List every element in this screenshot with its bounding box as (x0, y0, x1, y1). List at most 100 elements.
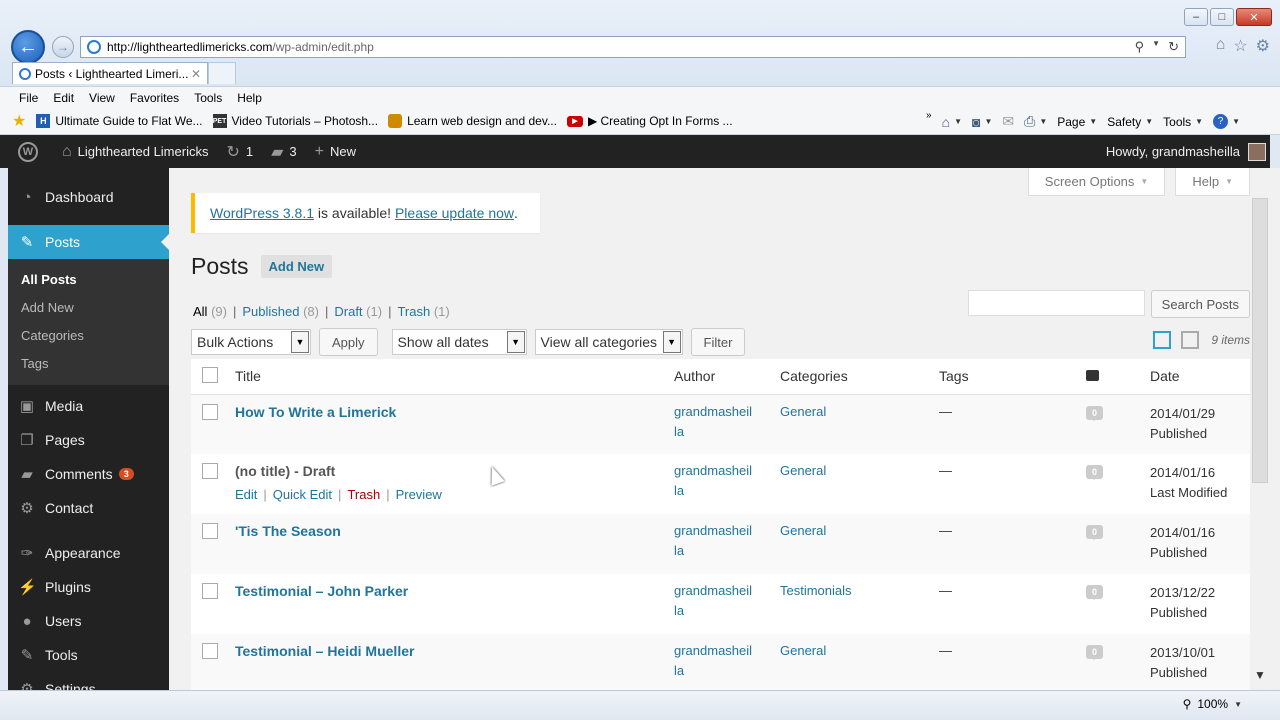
post-title-link[interactable]: 'Tis The Season (235, 523, 341, 539)
row-checkbox[interactable] (202, 523, 218, 539)
refresh-icon[interactable]: ↻ (1168, 39, 1179, 55)
screen-options-button[interactable]: Screen Options ▼ (1027, 168, 1166, 196)
row-checkbox[interactable] (202, 583, 218, 599)
row-checkbox[interactable] (202, 643, 218, 659)
row-checkbox[interactable] (202, 463, 218, 479)
zoom-control[interactable]: ⚲ 100% ▼ (1183, 697, 1242, 711)
post-title-link[interactable]: Testimonial – John Parker (235, 583, 408, 599)
menu-favorites[interactable]: Favorites (130, 91, 179, 105)
home-command[interactable]: ⌂ ▼ (942, 114, 962, 130)
favorites-star-icon[interactable]: ☆ (1233, 36, 1247, 56)
new-content-link[interactable]: + New (315, 143, 356, 161)
author-link[interactable]: grandmasheil la (674, 523, 752, 558)
address-bar[interactable]: http://lightheartedlimericks.com /wp-adm… (80, 36, 1186, 58)
filter-all[interactable]: All (9) (193, 304, 227, 319)
category-link[interactable]: General (780, 463, 826, 478)
list-view-icon[interactable] (1153, 331, 1172, 349)
preview-link[interactable]: Preview (396, 487, 442, 502)
menu-edit[interactable]: Edit (53, 91, 74, 105)
new-tab-button[interactable] (208, 62, 236, 84)
feeds-command[interactable]: ◙ ▼ (972, 114, 992, 130)
mail-command[interactable]: ✉ (1002, 113, 1014, 130)
category-link[interactable]: General (780, 523, 826, 538)
close-tab-icon[interactable]: ✕ (191, 67, 201, 81)
menu-tools[interactable]: Tools (194, 91, 222, 105)
column-comments[interactable] (1086, 359, 1150, 395)
comments-link[interactable]: ▰ 3 (271, 142, 297, 162)
page-command[interactable]: Page ▼ (1057, 115, 1097, 129)
submenu-all-posts[interactable]: All Posts (8, 265, 169, 293)
browser-tab[interactable]: Posts ‹ Lighthearted Limeri... ✕ (12, 62, 208, 84)
categories-select[interactable]: View all categories ▼ (534, 329, 683, 355)
bulk-actions-select[interactable]: Bulk Actions ▼ (191, 329, 311, 355)
row-checkbox[interactable] (202, 403, 218, 420)
sidebar-item-comments[interactable]: ▰ Comments 3 (8, 457, 169, 491)
site-name-link[interactable]: ⌂ Lighthearted Limericks (62, 143, 208, 161)
submenu-categories[interactable]: Categories (8, 321, 169, 349)
favorite-link[interactable]: H Ultimate Guide to Flat We... (36, 114, 203, 128)
add-new-button[interactable]: Add New (260, 255, 333, 278)
page-scrollbar[interactable]: ▼ (1250, 168, 1280, 690)
author-link[interactable]: grandmasheil la (674, 463, 752, 498)
menu-help[interactable]: Help (237, 91, 262, 105)
select-all-checkbox[interactable] (202, 366, 218, 383)
category-link[interactable]: Testimonials (780, 583, 852, 598)
favorite-link[interactable]: PET Video Tutorials – Photosh... (212, 114, 378, 128)
category-link[interactable]: General (780, 643, 826, 658)
favorites-star-icon[interactable]: ★ (12, 111, 26, 131)
quick-edit-link[interactable]: Quick Edit (273, 487, 332, 502)
filter-button[interactable]: Filter (690, 328, 746, 356)
comment-count-bubble[interactable]: 0 (1086, 645, 1104, 660)
search-posts-button[interactable]: Search Posts (1150, 290, 1250, 318)
submenu-add-new[interactable]: Add New (8, 293, 169, 321)
favorite-link[interactable]: ▶ ▶ Creating Opt In Forms ... (566, 114, 733, 128)
sidebar-item-dashboard[interactable]: ◔ Dashboard (8, 180, 169, 214)
menu-file[interactable]: File (19, 91, 38, 105)
updates-link[interactable]: ↻ 1 (226, 142, 253, 162)
sidebar-item-settings[interactable]: ⚙ Settings (8, 672, 169, 690)
howdy-user[interactable]: Howdy, grandmasheilla (1106, 144, 1240, 159)
category-link[interactable]: General (780, 404, 826, 419)
search-input[interactable] (967, 290, 1145, 316)
author-link[interactable]: grandmasheil la (674, 643, 752, 678)
home-icon[interactable]: ⌂ (1216, 36, 1226, 56)
filter-trash[interactable]: Trash (1) (397, 304, 449, 319)
maximize-icon[interactable]: □ (1210, 8, 1234, 26)
close-window-icon[interactable]: ✕ (1236, 8, 1272, 26)
safety-command[interactable]: Safety ▼ (1107, 115, 1153, 129)
help-command[interactable]: ? ▼ (1213, 114, 1240, 129)
wp-logo-menu[interactable]: W (18, 141, 38, 162)
post-title-link[interactable]: Testimonial – Heidi Mueller (235, 643, 414, 659)
scrollbar-thumb[interactable] (1252, 198, 1268, 483)
sidebar-item-appearance[interactable]: ✑ Appearance (8, 536, 169, 570)
back-arrow-icon[interactable]: ← (11, 30, 45, 64)
trash-link[interactable]: Trash (347, 487, 380, 502)
column-title[interactable]: Title (235, 359, 674, 395)
sidebar-item-contact[interactable]: ⚙ Contact (8, 491, 169, 525)
sidebar-item-media[interactable]: ▣ Media (8, 389, 169, 423)
print-command[interactable]: ⎙ ▼ (1024, 113, 1047, 130)
comment-count-bubble[interactable]: 0 (1086, 465, 1104, 480)
menu-view[interactable]: View (89, 91, 115, 105)
comment-count-bubble[interactable]: 0 (1086, 585, 1104, 600)
filter-draft[interactable]: Draft (1) (334, 304, 382, 319)
post-title-link[interactable]: (no title) - Draft (235, 463, 335, 479)
submenu-tags[interactable]: Tags (8, 349, 169, 377)
apply-button[interactable]: Apply (319, 328, 378, 356)
dates-select[interactable]: Show all dates ▼ (391, 329, 527, 355)
favorite-link[interactable]: Learn web design and dev... (388, 114, 557, 128)
update-now-link[interactable]: Please update now (395, 205, 514, 221)
post-title-link[interactable]: How To Write a Limerick (235, 404, 396, 420)
forward-arrow-icon[interactable]: → (52, 36, 74, 58)
comment-count-bubble[interactable]: 0 (1086, 525, 1104, 540)
sidebar-item-users[interactable]: ● Users (8, 604, 169, 638)
filter-published[interactable]: Published (8) (242, 304, 319, 319)
wordpress-version-link[interactable]: WordPress 3.8.1 (210, 205, 314, 221)
sidebar-item-pages[interactable]: ❐ Pages (8, 423, 169, 457)
help-button[interactable]: Help ▼ (1175, 168, 1250, 196)
excerpt-view-icon[interactable] (1181, 331, 1200, 349)
dropdown-icon[interactable]: ▼ (1152, 39, 1160, 55)
tools-command[interactable]: Tools ▼ (1163, 115, 1203, 129)
minimize-icon[interactable]: – (1184, 8, 1208, 26)
gear-icon[interactable]: ⚙ (1256, 36, 1270, 56)
